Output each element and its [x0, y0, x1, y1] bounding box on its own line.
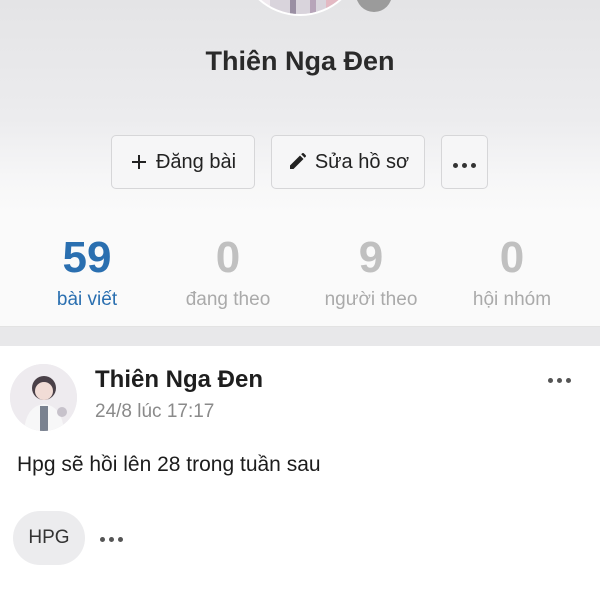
post-author-name[interactable]: Thiên Nga Đen: [95, 366, 263, 394]
create-post-button[interactable]: Đăng bài: [111, 135, 255, 189]
author-avatar-image: [10, 364, 77, 431]
post-menu-button[interactable]: [546, 370, 580, 386]
profile-avatar-image: [240, 0, 360, 14]
stat-posts-label: bài viết: [56, 289, 118, 310]
more-options-button[interactable]: [441, 135, 488, 189]
profile-name: Thiên Nga Đen: [205, 46, 395, 76]
post-author-avatar[interactable]: [10, 364, 77, 431]
more-horizontal-icon: [98, 529, 125, 546]
edit-profile-label: Sửa hồ sơ: [314, 150, 410, 173]
edit-profile-button[interactable]: Sửa hồ sơ: [271, 135, 425, 189]
stock-tag[interactable]: HPG: [13, 511, 85, 565]
stat-groups[interactable]: 0 hội nhóm: [437, 215, 587, 327]
tag-more-button[interactable]: [98, 529, 130, 545]
stat-groups-label: hội nhóm: [472, 289, 552, 310]
stat-following[interactable]: 0 đang theo: [153, 215, 303, 327]
stat-posts-value: 59: [62, 233, 112, 282]
stat-posts[interactable]: 59 bài viết: [12, 215, 162, 327]
pencil-icon: [289, 152, 306, 169]
post-timestamp: 24/8 lúc 17:17: [95, 401, 215, 422]
section-divider: [0, 327, 600, 346]
profile-header: Thiên Nga Đen Đăng bài Sửa hồ sơ: [0, 0, 600, 215]
plus-icon: [131, 155, 146, 169]
avatar-camera-badge[interactable]: [356, 0, 392, 12]
profile-stats: 59 bài viết 0 đang theo 9 người theo 0 h…: [0, 215, 600, 327]
post-content: Hpg sẽ hồi lên 28 trong tuần sau: [17, 453, 321, 476]
stat-followers[interactable]: 9 người theo: [296, 215, 446, 327]
profile-avatar[interactable]: [238, 0, 362, 16]
stat-followers-value: 9: [358, 233, 384, 282]
post-card: Thiên Nga Đen 24/8 lúc 17:17 Hpg sẽ hồi …: [0, 346, 600, 600]
stat-following-label: đang theo: [185, 289, 271, 310]
create-post-label: Đăng bài: [155, 150, 237, 173]
stat-following-value: 0: [215, 233, 241, 282]
stat-followers-label: người theo: [324, 289, 418, 310]
stat-groups-value: 0: [499, 233, 525, 282]
more-horizontal-icon: [451, 151, 478, 174]
more-horizontal-icon: [546, 370, 573, 387]
